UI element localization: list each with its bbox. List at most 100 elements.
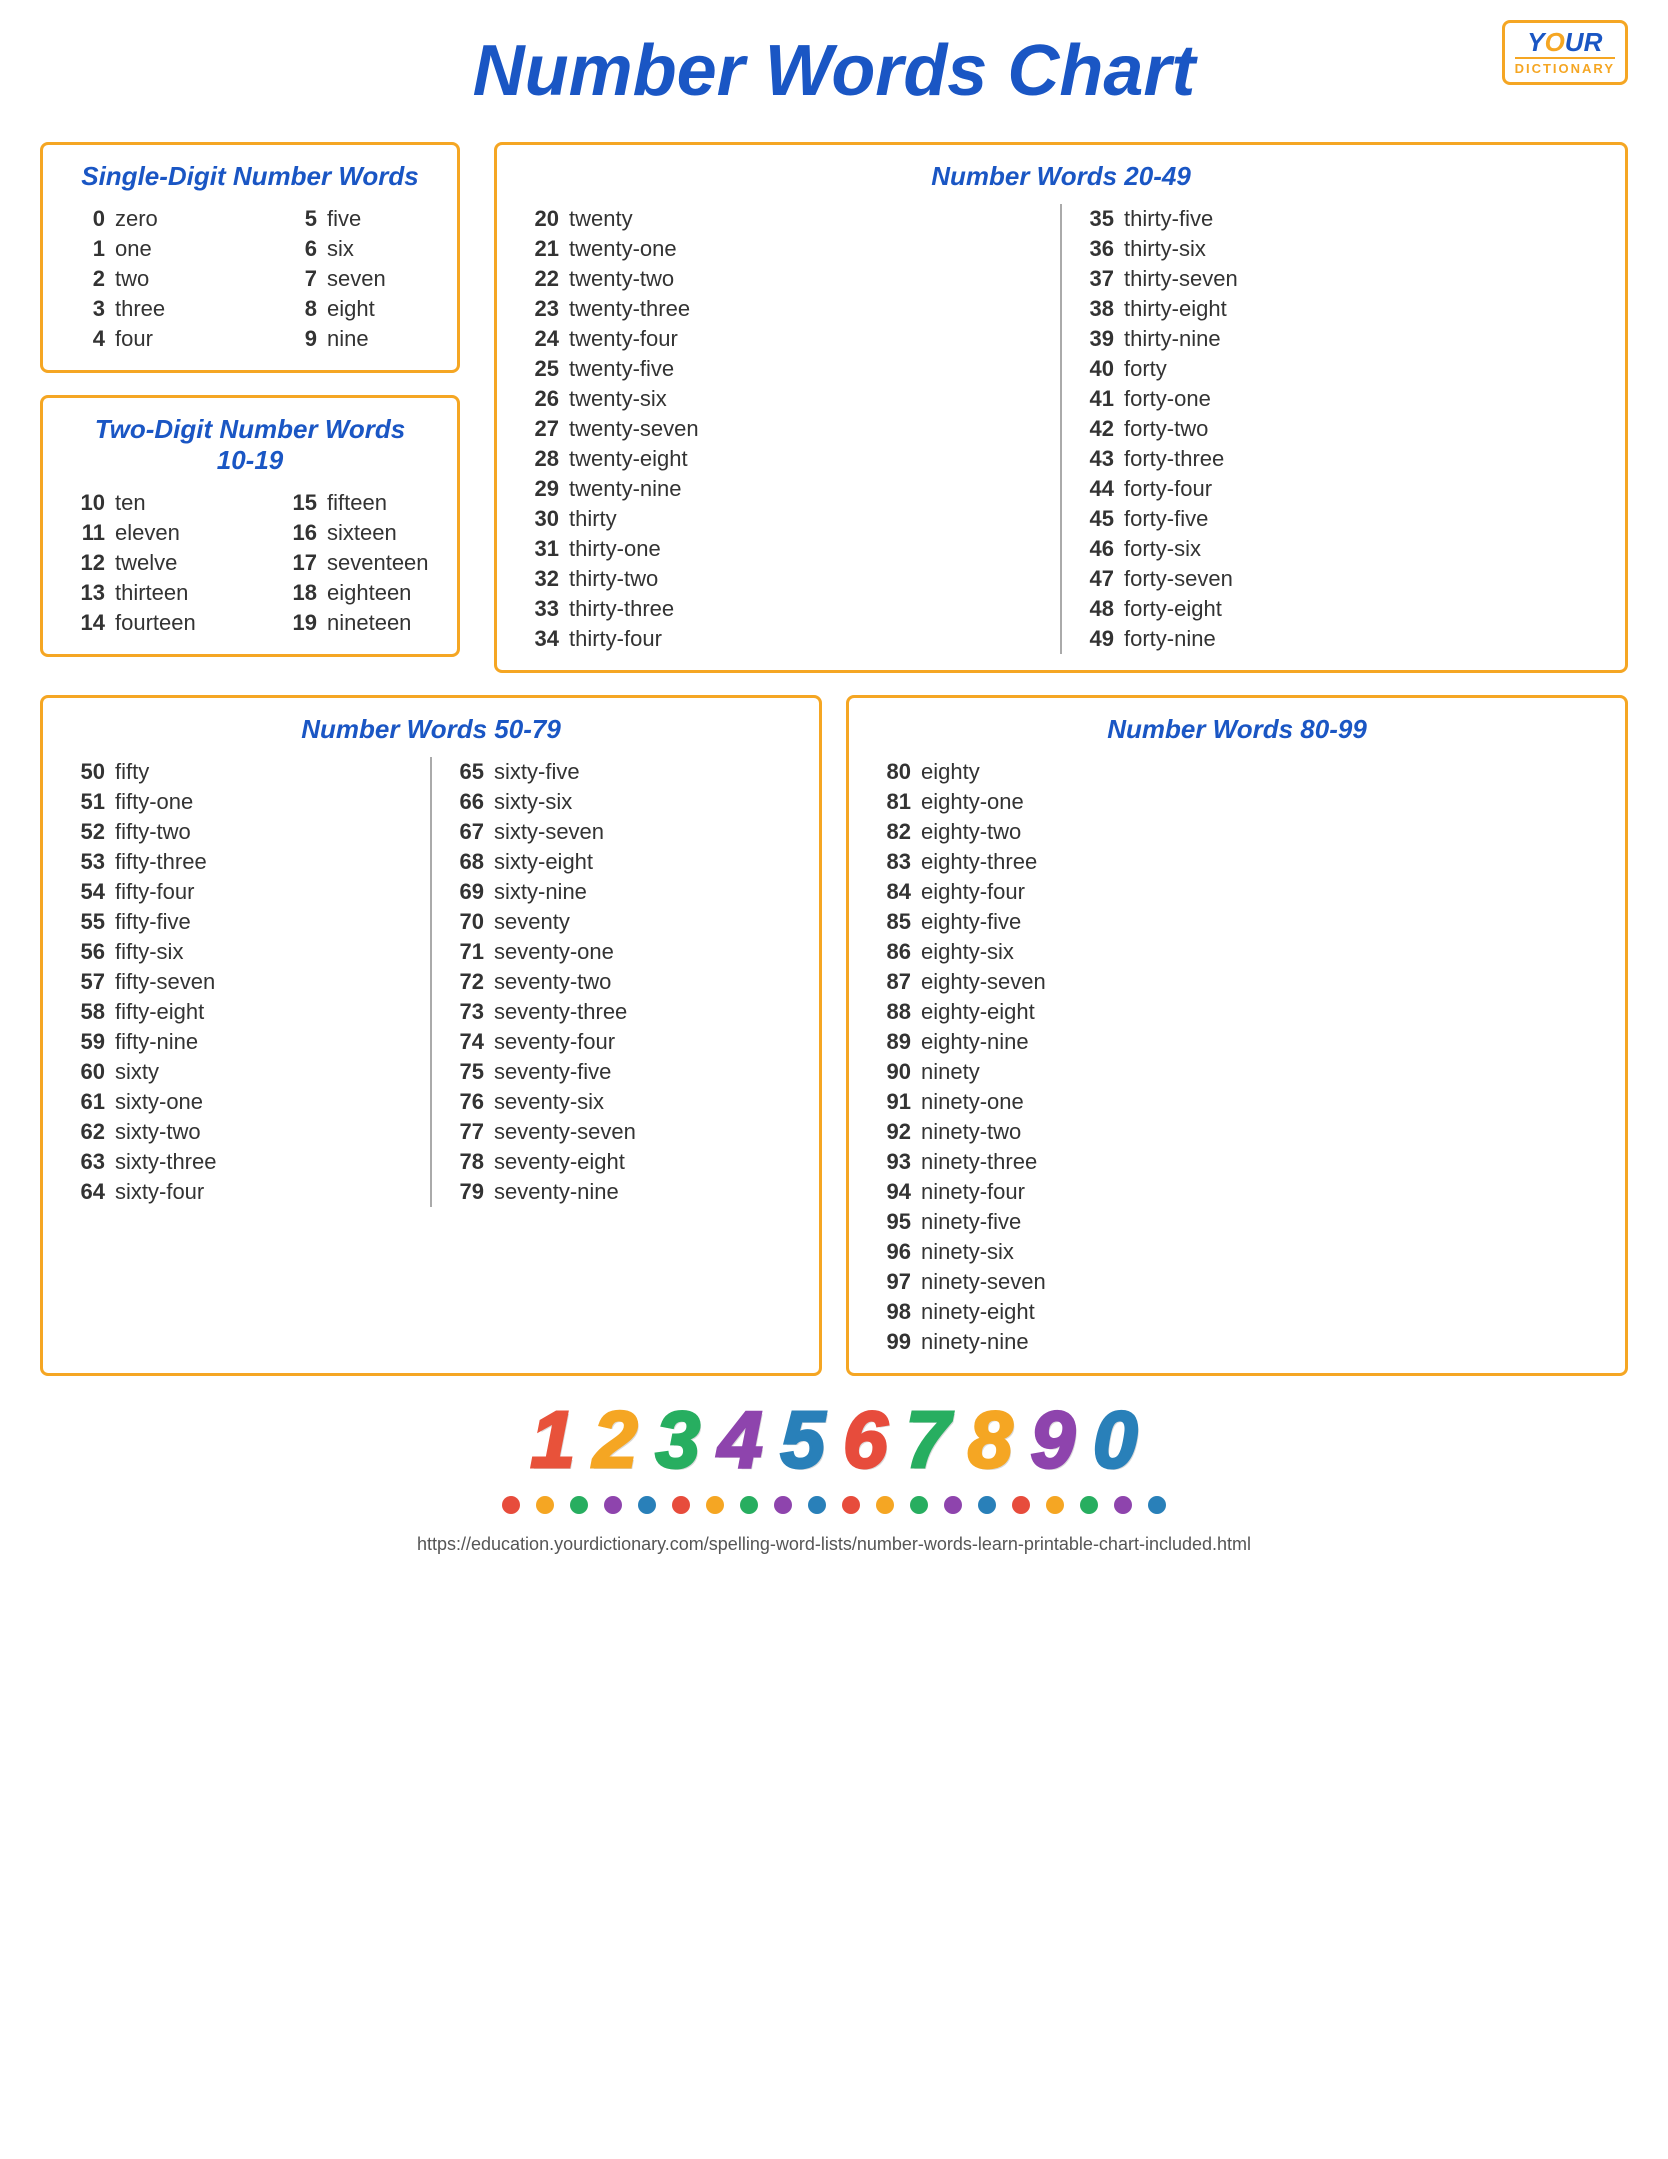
fifty-79-title: Number Words 50-79 bbox=[63, 714, 799, 745]
number-cell: 48 bbox=[1072, 596, 1114, 622]
list-item: 62sixty-two bbox=[63, 1117, 420, 1147]
list-item: 80eighty bbox=[869, 757, 1605, 787]
number-cell: 50 bbox=[63, 759, 105, 785]
word-cell: eighty-nine bbox=[921, 1029, 1061, 1055]
number-cell: 6 bbox=[275, 236, 317, 262]
decorative-dot bbox=[876, 1496, 894, 1514]
word-cell: twenty-six bbox=[569, 386, 709, 412]
number-cell: 22 bbox=[517, 266, 559, 292]
list-item: 79seventy-nine bbox=[442, 1177, 799, 1207]
number-cell: 28 bbox=[517, 446, 559, 472]
decorative-dot bbox=[536, 1496, 554, 1514]
list-item: 59fifty-nine bbox=[63, 1027, 420, 1057]
number-cell: 80 bbox=[869, 759, 911, 785]
word-cell: twenty-five bbox=[569, 356, 709, 382]
list-item: 8eight bbox=[275, 294, 467, 324]
list-item: 26twenty-six bbox=[517, 384, 1050, 414]
number-cell: 93 bbox=[869, 1149, 911, 1175]
number-cell: 2 bbox=[63, 266, 105, 292]
list-item: 86eighty-six bbox=[869, 937, 1605, 967]
decorative-dot bbox=[1080, 1496, 1098, 1514]
number-cell: 94 bbox=[869, 1179, 911, 1205]
number-cell: 41 bbox=[1072, 386, 1114, 412]
number-cell: 3 bbox=[63, 296, 105, 322]
decorative-dot bbox=[910, 1496, 928, 1514]
word-cell: seventy bbox=[494, 909, 634, 935]
word-cell: sixteen bbox=[327, 520, 467, 546]
list-item: 9nine bbox=[275, 324, 467, 354]
list-item: 70seventy bbox=[442, 907, 799, 937]
list-item: 72seventy-two bbox=[442, 967, 799, 997]
word-cell: thirty-seven bbox=[1124, 266, 1264, 292]
list-item: 75seventy-five bbox=[442, 1057, 799, 1087]
number-cell: 85 bbox=[869, 909, 911, 935]
number-cell: 67 bbox=[442, 819, 484, 845]
word-cell: seventy-six bbox=[494, 1089, 634, 1115]
dots-row bbox=[40, 1496, 1628, 1514]
list-item: 84eighty-four bbox=[869, 877, 1605, 907]
number-cell: 24 bbox=[517, 326, 559, 352]
number-cell: 83 bbox=[869, 849, 911, 875]
word-cell: ninety-three bbox=[921, 1149, 1061, 1175]
word-cell: twenty-three bbox=[569, 296, 709, 322]
word-cell: thirty-three bbox=[569, 596, 709, 622]
twenty-49-title: Number Words 20-49 bbox=[517, 161, 1605, 192]
list-item: 56fifty-six bbox=[63, 937, 420, 967]
fifty-79-left-col: 50fifty51fifty-one52fifty-two53fifty-thr… bbox=[63, 757, 420, 1207]
number-cell: 95 bbox=[869, 1209, 911, 1235]
eighty-99-box: Number Words 80-99 80eighty81eighty-one8… bbox=[846, 695, 1628, 1376]
number-cell: 56 bbox=[63, 939, 105, 965]
number-cell: 91 bbox=[869, 1089, 911, 1115]
decorative-dot bbox=[706, 1496, 724, 1514]
word-cell: forty bbox=[1124, 356, 1264, 382]
two-digit-title-text: Two-Digit Number Words bbox=[95, 414, 406, 444]
word-cell: eighty-five bbox=[921, 909, 1061, 935]
list-item: 17seventeen bbox=[275, 548, 467, 578]
number-cell: 86 bbox=[869, 939, 911, 965]
word-cell: three bbox=[115, 296, 255, 322]
number-cell: 40 bbox=[1072, 356, 1114, 382]
list-item: 12twelve bbox=[63, 548, 255, 578]
word-cell: sixty-eight bbox=[494, 849, 634, 875]
list-item: 53fifty-three bbox=[63, 847, 420, 877]
word-cell: forty-six bbox=[1124, 536, 1264, 562]
decorative-dot bbox=[944, 1496, 962, 1514]
list-item: 33thirty-three bbox=[517, 594, 1050, 624]
number-cell: 1 bbox=[63, 236, 105, 262]
list-item: 31thirty-one bbox=[517, 534, 1050, 564]
two-digit-left-col: 10ten11eleven12twelve13thirteen14fourtee… bbox=[63, 488, 255, 638]
number-cell: 4 bbox=[63, 326, 105, 352]
number-cell: 53 bbox=[63, 849, 105, 875]
word-cell: seven bbox=[327, 266, 467, 292]
list-item: 0zero bbox=[63, 204, 255, 234]
list-item: 1one bbox=[63, 234, 255, 264]
word-cell: twenty-four bbox=[569, 326, 709, 352]
number-cell: 0 bbox=[63, 206, 105, 232]
number-cell: 74 bbox=[442, 1029, 484, 1055]
word-cell: eighty-two bbox=[921, 819, 1061, 845]
word-cell: ninety-one bbox=[921, 1089, 1061, 1115]
word-cell: twenty bbox=[569, 206, 709, 232]
list-item: 19nineteen bbox=[275, 608, 467, 638]
list-item: 65sixty-five bbox=[442, 757, 799, 787]
list-item: 36thirty-six bbox=[1072, 234, 1605, 264]
word-cell: eighty-one bbox=[921, 789, 1061, 815]
word-cell: forty-three bbox=[1124, 446, 1264, 472]
single-digit-right-col: 5five6six7seven8eight9nine bbox=[275, 204, 467, 354]
word-cell: thirty-eight bbox=[1124, 296, 1264, 322]
word-cell: seventy-nine bbox=[494, 1179, 634, 1205]
list-item: 18eighteen bbox=[275, 578, 467, 608]
decorative-dot bbox=[1114, 1496, 1132, 1514]
word-cell: forty-one bbox=[1124, 386, 1264, 412]
number-cell: 10 bbox=[63, 490, 105, 516]
word-cell: ninety-six bbox=[921, 1239, 1061, 1265]
number-cell: 8 bbox=[275, 296, 317, 322]
list-item: 67sixty-seven bbox=[442, 817, 799, 847]
number-cell: 69 bbox=[442, 879, 484, 905]
list-item: 13thirteen bbox=[63, 578, 255, 608]
logo-your: YOUR bbox=[1527, 27, 1602, 57]
number-cell: 92 bbox=[869, 1119, 911, 1145]
decorative-dot bbox=[1046, 1496, 1064, 1514]
list-item: 61sixty-one bbox=[63, 1087, 420, 1117]
number-cell: 5 bbox=[275, 206, 317, 232]
